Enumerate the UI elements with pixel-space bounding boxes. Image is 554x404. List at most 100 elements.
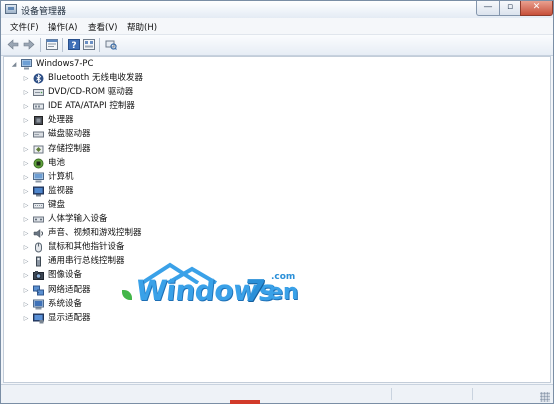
tree-item-label: 通用串行总线控制器	[48, 256, 125, 267]
tree-item-label: 磁盘驱动器	[48, 129, 91, 140]
expand-arrow-icon[interactable]: ▷	[22, 157, 30, 170]
status-cell-main	[1, 388, 392, 400]
dvd-drive-icon	[33, 87, 44, 98]
taskbar-edge	[230, 400, 260, 404]
menu-help[interactable]: 帮助(H)	[127, 21, 157, 33]
menu-action[interactable]: 操作(A)	[48, 21, 77, 33]
expand-arrow-icon[interactable]: ▷	[22, 143, 30, 156]
device-manager-window: 设备管理器 — ▫ ✕ 文件(F) 操作(A) 查看(V) 帮助(H) ? ◢ …	[0, 0, 554, 404]
resize-grip[interactable]	[540, 392, 550, 402]
tree-item-label: 人体学输入设备	[48, 214, 108, 224]
status-bar	[1, 384, 553, 403]
status-cell-secondary	[392, 388, 473, 400]
tree-item[interactable]: ▷ 鼠标和其他指针设备	[22, 241, 282, 254]
tree-item-label: 存储控制器	[48, 143, 91, 154]
tree-item-label: 系统设备	[48, 298, 83, 309]
toggle-view-icon[interactable]	[83, 39, 95, 50]
tree-item-label: Bluetooth 无线电收发器	[48, 73, 143, 83]
toolbar-separator	[99, 38, 100, 52]
network-adapter-icon	[33, 285, 44, 296]
expand-arrow-icon[interactable]: ▷	[22, 100, 30, 113]
tree-item-label: 键盘	[48, 199, 66, 210]
tree-item-label: 声音、视频和游戏控制器	[48, 228, 142, 239]
tree-item-label: 计算机	[48, 171, 74, 182]
usb-icon	[33, 256, 44, 267]
tree-item[interactable]: ▷ 监视器	[22, 185, 282, 198]
tree-item[interactable]: ▷ DVD/CD-ROM 驱动器	[22, 86, 282, 99]
window-title: 设备管理器	[21, 7, 67, 17]
tree-item[interactable]: ▷ 磁盘驱动器	[22, 128, 282, 141]
tree-item[interactable]: ▷ 电池	[22, 157, 282, 170]
expand-arrow-icon[interactable]: ▷	[22, 227, 30, 240]
tree-item-label: 处理器	[48, 115, 74, 126]
close-button[interactable]: ✕	[520, 1, 553, 16]
expand-arrow-icon[interactable]: ▷	[22, 298, 30, 311]
tree-item[interactable]: ▷ 存储控制器	[22, 143, 282, 156]
tree-item-label: IDE ATA/ATAPI 控制器	[48, 101, 135, 112]
expand-arrow-icon[interactable]: ▷	[22, 114, 30, 127]
expand-arrow-icon[interactable]: ▷	[22, 269, 30, 282]
expand-arrow-icon[interactable]: ▷	[22, 284, 30, 297]
tree-item[interactable]: ▷ Bluetooth 无线电收发器	[22, 72, 282, 85]
help-icon[interactable]: ?	[68, 39, 80, 51]
tree-item[interactable]: ▷ 处理器	[22, 114, 282, 127]
menu-file[interactable]: 文件(F)	[10, 21, 39, 33]
device-tree[interactable]: ◢ Windows7-PC ▷ Bluetooth 无线电收发器 ▷ DVD/CD-R…	[3, 56, 551, 383]
forward-arrow-icon[interactable]	[23, 39, 35, 50]
disk-drive-icon	[33, 129, 44, 140]
tree-item-label: 监视器	[48, 185, 74, 196]
expand-arrow-icon[interactable]: ▷	[22, 86, 30, 99]
collapse-arrow-icon[interactable]: ◢	[10, 58, 18, 71]
tree-item[interactable]: ▷ 人体学输入设备	[22, 213, 282, 226]
computer-name: Windows7-PC	[36, 59, 94, 69]
tree-item-label: 图像设备	[48, 270, 83, 281]
expand-arrow-icon[interactable]: ▷	[22, 255, 30, 268]
leaf-icon	[122, 290, 132, 300]
menu-bar: 文件(F) 操作(A) 查看(V) 帮助(H)	[1, 18, 553, 35]
tree-root[interactable]: ◢ Windows7-PC	[10, 58, 210, 71]
title-bar[interactable]: 设备管理器 — ▫ ✕	[1, 1, 553, 18]
toolbar-separator	[40, 38, 41, 52]
system-device-icon	[33, 299, 44, 310]
tree-item-label: 鼠标和其他指针设备	[48, 242, 125, 253]
tree-item-label: 显示适配器	[48, 312, 91, 323]
mouse-icon	[33, 242, 44, 253]
svg-text:?: ?	[71, 41, 76, 50]
hid-icon	[33, 214, 44, 225]
menu-view[interactable]: 查看(V)	[88, 21, 117, 33]
battery-icon	[33, 158, 44, 169]
tree-item-label: DVD/CD-ROM 驱动器	[48, 87, 134, 98]
expand-arrow-icon[interactable]: ▷	[22, 128, 30, 141]
tree-item[interactable]: ▷ 计算机	[22, 171, 282, 184]
computer-root-icon	[21, 59, 32, 70]
maximize-button[interactable]: ▫	[499, 1, 521, 16]
computer-icon	[33, 172, 44, 183]
back-arrow-icon[interactable]	[7, 39, 19, 50]
expand-arrow-icon[interactable]: ▷	[22, 171, 30, 184]
scan-hardware-icon[interactable]	[105, 39, 117, 50]
toolbar-separator	[62, 38, 63, 52]
tree-item[interactable]: ▷ 键盘	[22, 199, 282, 212]
toolbar: ?	[1, 35, 553, 56]
tree-item-label: 电池	[48, 157, 66, 168]
properties-icon[interactable]	[46, 39, 58, 50]
minimize-button[interactable]: —	[476, 1, 500, 16]
monitor-icon	[33, 186, 44, 197]
ide-controller-icon	[33, 101, 44, 112]
expand-arrow-icon[interactable]: ▷	[22, 72, 30, 85]
keyboard-icon	[33, 200, 44, 211]
tree-item-label: 网络适配器	[48, 284, 91, 295]
expand-arrow-icon[interactable]: ▷	[22, 185, 30, 198]
imaging-device-icon	[33, 270, 44, 281]
sound-icon	[33, 228, 44, 239]
expand-arrow-icon[interactable]: ▷	[22, 241, 30, 254]
tree-item[interactable]: ▷ 声音、视频和游戏控制器	[22, 227, 282, 240]
expand-arrow-icon[interactable]: ▷	[22, 199, 30, 212]
watermark-suffix: en	[268, 280, 299, 305]
tree-item[interactable]: ▷ IDE ATA/ATAPI 控制器	[22, 100, 282, 113]
expand-arrow-icon[interactable]: ▷	[22, 312, 30, 325]
device-manager-app-icon	[5, 4, 17, 14]
processor-icon	[33, 115, 44, 126]
expand-arrow-icon[interactable]: ▷	[22, 213, 30, 226]
display-adapter-icon	[33, 313, 44, 324]
